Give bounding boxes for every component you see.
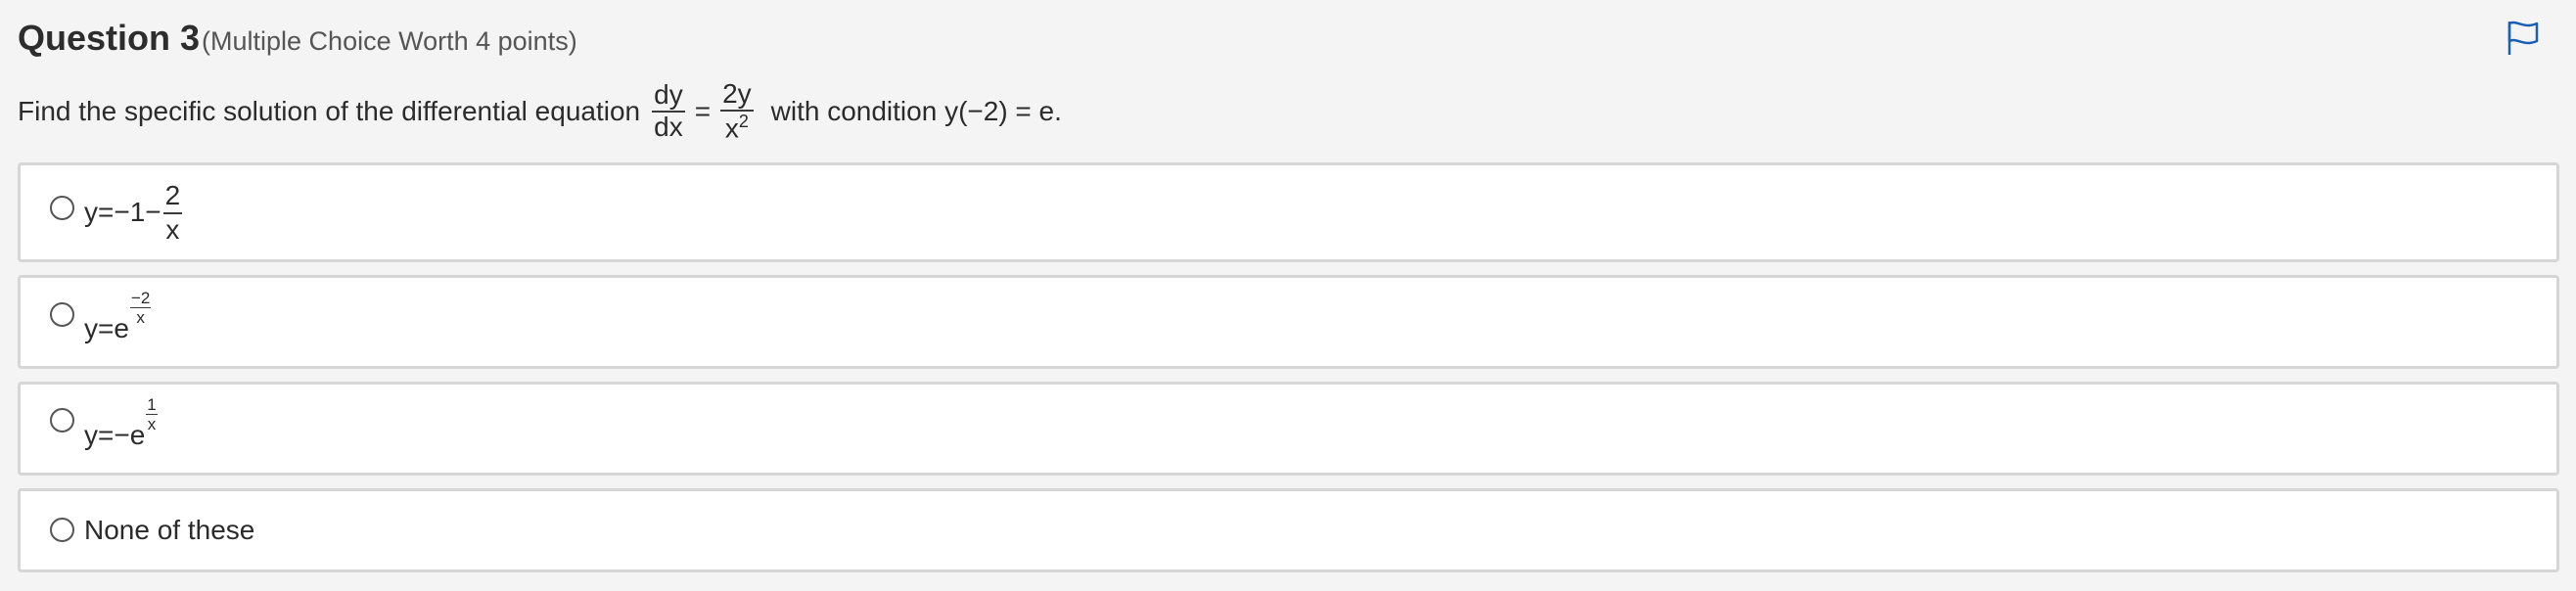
- question-prompt: Find the specific solution of the differ…: [18, 80, 1062, 142]
- fraction-denominator: x: [165, 213, 180, 245]
- radio-button[interactable]: [50, 517, 74, 542]
- radio-button[interactable]: [50, 195, 74, 220]
- exponent-fraction: 1 x: [146, 394, 158, 433]
- fraction-numerator: dy: [652, 81, 685, 114]
- option-math: y=e −2 x: [84, 290, 152, 347]
- option-prefix: y=−1−: [84, 197, 161, 227]
- fraction-numerator: 2: [162, 181, 183, 214]
- prompt-text-before: Find the specific solution of the differ…: [18, 95, 641, 126]
- option-prefix: y=−e: [84, 420, 146, 450]
- radio-button[interactable]: [50, 301, 74, 327]
- question-subtitle: (Multiple Choice Worth 4 points): [202, 26, 577, 56]
- rhs-fraction: 2y x2: [720, 80, 754, 142]
- answer-option-3[interactable]: y=−e 1 x: [18, 382, 2559, 476]
- option-fraction: 2 x: [162, 181, 183, 245]
- question-header: Question 3 (Multiple Choice Worth 4 poin…: [18, 18, 577, 59]
- answer-options: y=−1− 2 x y=e −2 x y=−e 1 x None of thes…: [18, 162, 2559, 585]
- answer-option-1[interactable]: y=−1− 2 x: [18, 162, 2559, 262]
- fraction-denominator: x: [136, 307, 145, 327]
- option-text: None of these: [84, 515, 255, 545]
- denominator-base: x: [724, 113, 739, 144]
- answer-option-2[interactable]: y=e −2 x: [18, 275, 2559, 369]
- fraction-denominator: x: [147, 414, 157, 433]
- flag-question-button[interactable]: [2504, 18, 2543, 57]
- radio-button[interactable]: [50, 407, 74, 432]
- option-math: y=−e 1 x: [84, 396, 158, 454]
- fraction-numerator: −2: [129, 288, 152, 308]
- option-math: y=−1− 2 x: [84, 181, 183, 245]
- dy-dx-fraction: dy dx: [652, 81, 685, 141]
- equals-sign: =: [694, 95, 712, 126]
- answer-option-4[interactable]: None of these: [18, 488, 2559, 572]
- fraction-numerator: 1: [146, 394, 158, 415]
- prompt-text-after: with condition y(−2) = e.: [770, 95, 1062, 126]
- flag-icon: [2507, 21, 2539, 55]
- fraction-denominator: x2: [725, 112, 749, 142]
- exponent-fraction: −2 x: [129, 288, 152, 327]
- fraction-numerator: 2y: [720, 80, 754, 112]
- denominator-exponent: 2: [738, 112, 749, 131]
- fraction-denominator: dx: [654, 112, 683, 143]
- option-prefix: y=e: [84, 313, 129, 343]
- question-title: Question 3: [18, 18, 201, 58]
